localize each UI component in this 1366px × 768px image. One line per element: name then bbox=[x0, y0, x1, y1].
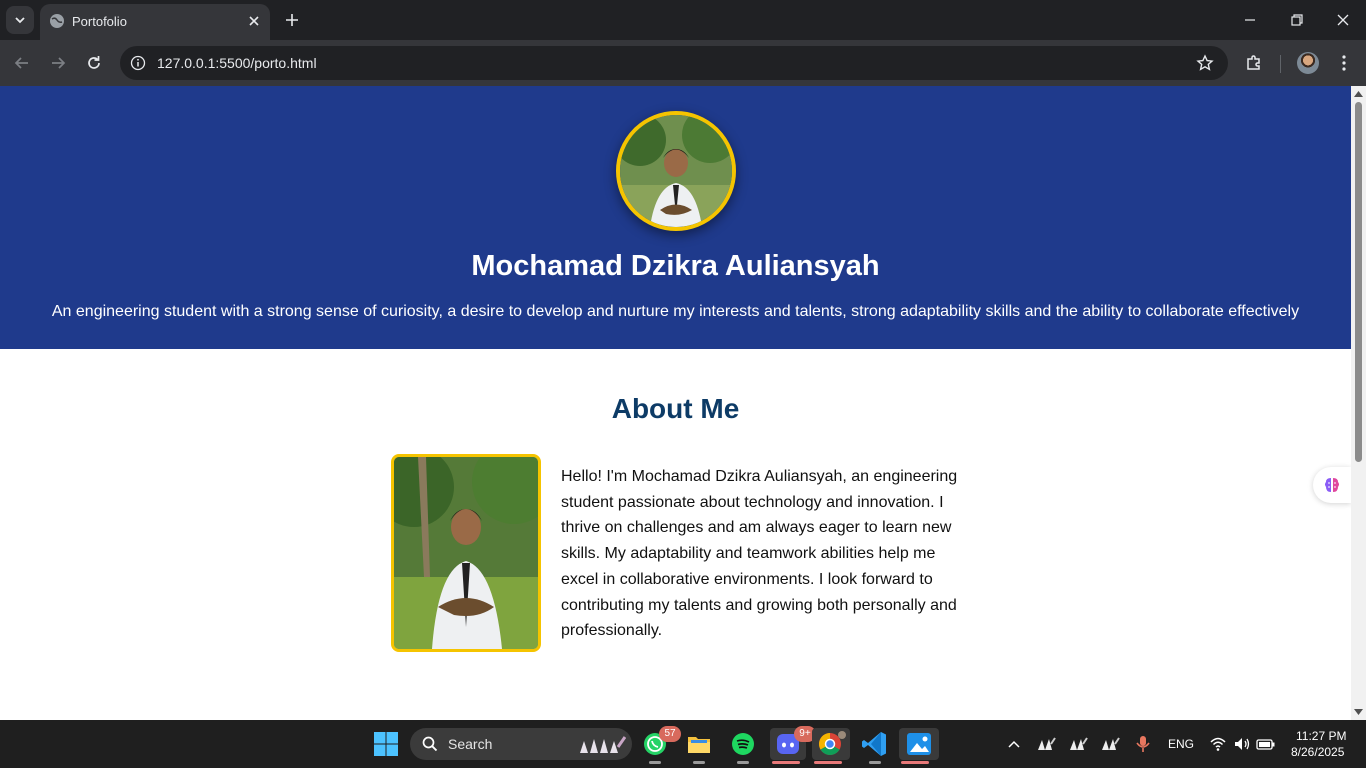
site-info-icon[interactable] bbox=[130, 55, 146, 71]
search-highlight-icon bbox=[580, 736, 626, 753]
about-photo bbox=[391, 454, 541, 652]
volume-icon[interactable] bbox=[1233, 735, 1251, 753]
hero-tagline: An engineering student with a strong sen… bbox=[51, 303, 1300, 320]
tray-app-icon[interactable] bbox=[1100, 734, 1120, 754]
about-heading: About Me bbox=[611, 393, 740, 424]
brain-icon bbox=[1325, 478, 1339, 492]
photos-app[interactable] bbox=[899, 728, 939, 764]
clock-date[interactable]: 8/26/2025 bbox=[1291, 745, 1344, 759]
profile-avatar[interactable] bbox=[1297, 52, 1319, 74]
active-indicator bbox=[814, 761, 842, 764]
page-scrollbar[interactable] bbox=[1351, 86, 1366, 720]
spotify-icon bbox=[732, 733, 754, 755]
tab-search-button[interactable] bbox=[6, 6, 34, 34]
discord-app[interactable]: 9+ bbox=[770, 726, 816, 764]
running-indicator bbox=[649, 761, 661, 764]
chrome-app[interactable] bbox=[812, 728, 850, 764]
running-indicator bbox=[693, 761, 705, 764]
minimize-icon[interactable] bbox=[1240, 10, 1260, 30]
browser-tab-bar: Portofolio bbox=[0, 0, 1366, 40]
running-indicator bbox=[737, 761, 749, 764]
back-arrow-icon[interactable] bbox=[12, 53, 32, 73]
new-tab-icon[interactable] bbox=[282, 10, 302, 30]
search-label: Search bbox=[448, 736, 493, 752]
battery-icon[interactable] bbox=[1256, 735, 1276, 753]
tray-app-icon[interactable] bbox=[1036, 734, 1056, 754]
input-language[interactable]: ENG bbox=[1168, 737, 1194, 751]
windows-logo-icon bbox=[374, 732, 398, 756]
active-indicator bbox=[772, 761, 800, 764]
clock-time[interactable]: 11:27 PM bbox=[1296, 729, 1346, 743]
chrome-icon bbox=[819, 731, 846, 755]
taskbar-search[interactable]: Search bbox=[410, 728, 632, 760]
toolbar-divider bbox=[1280, 55, 1281, 73]
scroll-down-arrow-icon[interactable] bbox=[1354, 708, 1363, 716]
bookmark-star-icon[interactable] bbox=[1196, 54, 1214, 72]
address-bar[interactable]: 127.0.0.1:5500/porto.html bbox=[120, 46, 1228, 80]
microphone-icon[interactable] bbox=[1134, 734, 1152, 754]
start-button[interactable] bbox=[370, 728, 402, 760]
running-indicator bbox=[869, 761, 881, 764]
more-menu-icon[interactable] bbox=[1334, 53, 1354, 73]
vscode-app[interactable] bbox=[859, 728, 891, 764]
about-paragraph: Hello! I'm Mochamad Dzikra Auliansyah, a… bbox=[561, 468, 958, 640]
hero-name: Mochamad Dzikra Auliansyah bbox=[471, 250, 880, 282]
whatsapp-app[interactable]: 57 bbox=[639, 726, 681, 764]
windows-taskbar: Search 57 9+ ENG 11:27 PM 8/26/2025 bbox=[0, 720, 1366, 768]
hero-section: Mochamad Dzikra Auliansyah An engineerin… bbox=[0, 86, 1351, 349]
reload-icon[interactable] bbox=[84, 53, 104, 73]
chevron-down-icon bbox=[15, 17, 25, 24]
url-text[interactable]: 127.0.0.1:5500/porto.html bbox=[157, 55, 317, 71]
page-viewport: Mochamad Dzikra Auliansyah An engineerin… bbox=[0, 86, 1351, 720]
wifi-icon[interactable] bbox=[1209, 735, 1227, 753]
whatsapp-badge: 57 bbox=[659, 726, 681, 742]
folder-icon bbox=[688, 737, 710, 753]
vscode-icon bbox=[862, 732, 886, 756]
profile-photo bbox=[616, 111, 736, 231]
browser-toolbar: 127.0.0.1:5500/porto.html bbox=[0, 40, 1366, 86]
search-icon bbox=[422, 736, 438, 752]
tray-overflow-chevron-icon[interactable] bbox=[1006, 736, 1022, 752]
photos-icon bbox=[907, 733, 931, 755]
file-explorer-app[interactable] bbox=[683, 728, 715, 764]
restore-icon[interactable] bbox=[1287, 10, 1307, 30]
scroll-up-arrow-icon[interactable] bbox=[1354, 90, 1363, 98]
floating-assistant-button[interactable] bbox=[1313, 467, 1351, 503]
close-window-icon[interactable] bbox=[1333, 10, 1353, 30]
extensions-puzzle-icon[interactable] bbox=[1244, 53, 1264, 73]
spotify-app[interactable] bbox=[727, 728, 759, 764]
close-tab-icon[interactable] bbox=[246, 13, 262, 29]
active-indicator bbox=[901, 761, 929, 764]
active-tab[interactable]: Portofolio bbox=[40, 4, 270, 40]
tab-title: Portofolio bbox=[72, 14, 127, 29]
scrollbar-thumb[interactable] bbox=[1355, 102, 1362, 462]
tray-app-icon[interactable] bbox=[1068, 734, 1088, 754]
globe-icon bbox=[50, 14, 64, 28]
forward-arrow-icon[interactable] bbox=[48, 53, 68, 73]
